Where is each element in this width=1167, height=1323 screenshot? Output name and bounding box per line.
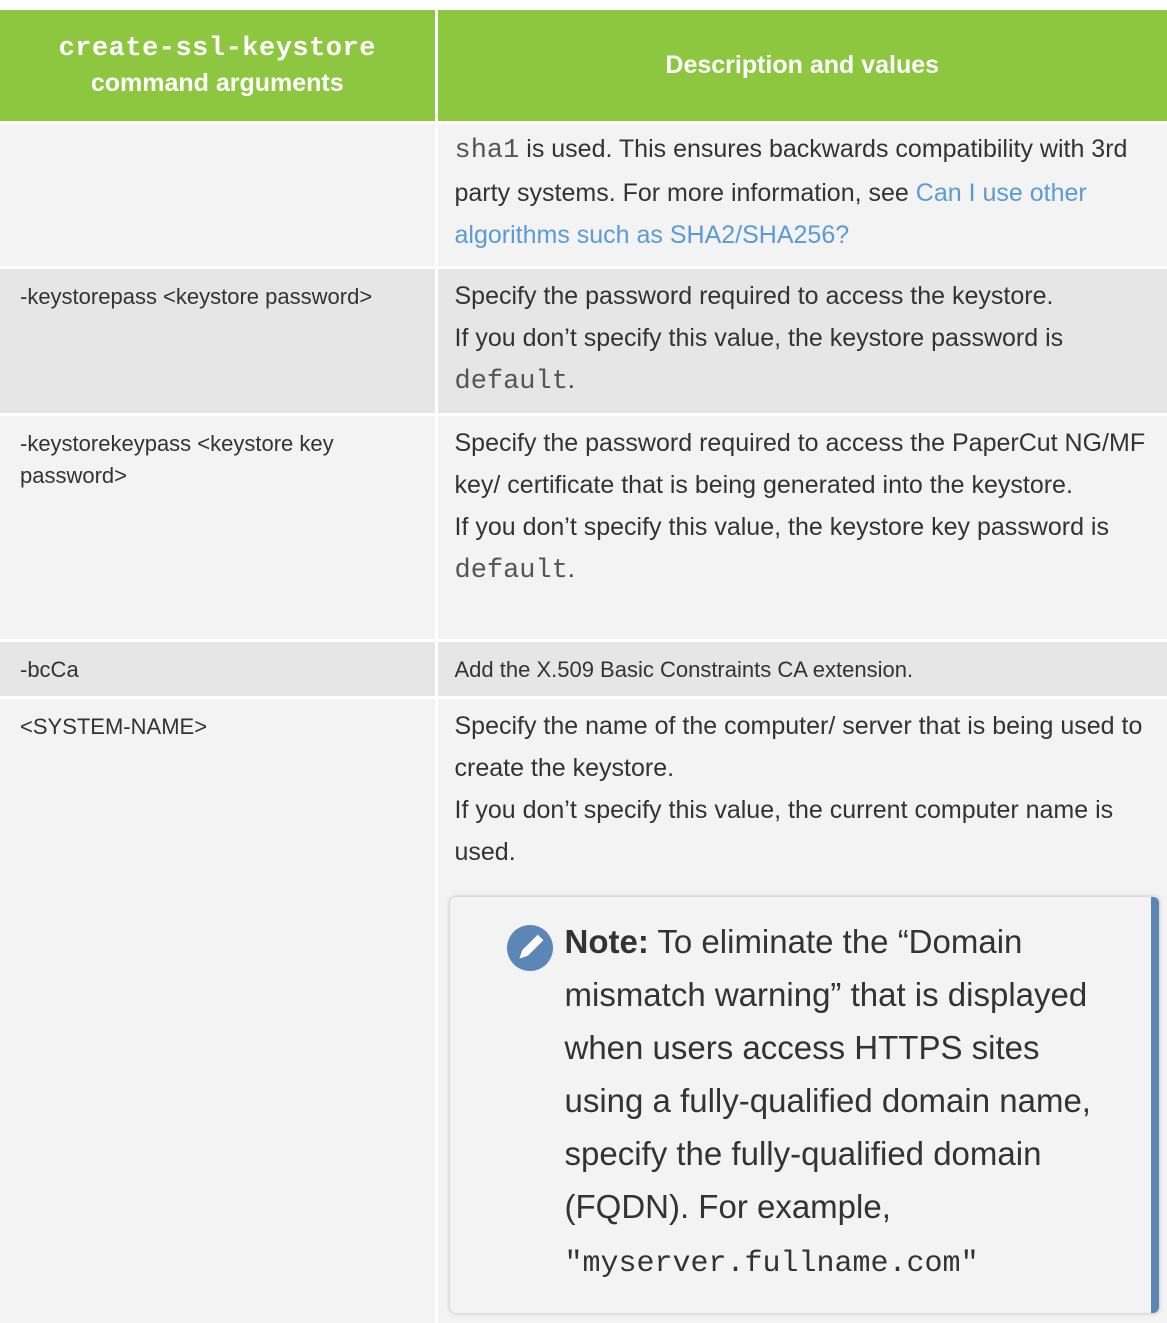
arg-cell: -bcCa — [0, 638, 438, 697]
table-row: -keystorepass <keystore password> Specif… — [0, 265, 1167, 414]
note-text: To eliminate the “Domain mismatch warnin… — [564, 922, 1091, 1225]
header-arguments: create-ssl-keystore command arguments — [0, 10, 438, 122]
desc-cell: Specify the name of the computer/ server… — [436, 695, 1167, 1323]
desc-line: Specify the name of the computer/ server… — [454, 711, 1143, 782]
header-command-code: create-ssl-keystore — [58, 34, 376, 65]
note-code-example: "myserver.fullname.com" — [564, 1246, 979, 1281]
arguments-table: create-ssl-keystore command arguments De… — [0, 10, 1167, 1323]
table-row: <SYSTEM-NAME> Specify the name of the co… — [0, 695, 1167, 1323]
code-default: default — [454, 366, 568, 397]
header-description: Description and values — [436, 10, 1167, 122]
code-sha1: sha1 — [454, 135, 520, 166]
desc-line: Specify the password required to access … — [454, 428, 1146, 499]
note-box: Note: To eliminate the “Domain mismatch … — [449, 896, 1159, 1313]
arg-cell: -keystorekeypass <keystore key password> — [0, 412, 438, 640]
pencil-icon — [506, 924, 553, 971]
desc-line: If you don’t specify this value, the key… — [454, 512, 1109, 586]
desc-cell: Specify the password required to access … — [436, 412, 1167, 640]
table-row: -bcCa Add the X.509 Basic Constraints CA… — [0, 638, 1167, 697]
desc-cell: Specify the password required to access … — [436, 265, 1167, 414]
table-row: -keystorekeypass <keystore key password>… — [0, 412, 1167, 640]
arg-cell: <SYSTEM-NAME> — [0, 695, 438, 1323]
code-default: default — [454, 555, 568, 586]
desc-line: Specify the password required to access … — [454, 281, 1054, 310]
table-header-row: create-ssl-keystore command arguments De… — [0, 10, 1167, 122]
arg-cell: -keystorepass <keystore password> — [0, 265, 438, 414]
note-label: Note: — [564, 922, 649, 960]
desc-cell: Add the X.509 Basic Constraints CA exten… — [436, 638, 1167, 697]
desc-cell: sha1 is used. This ensures backwards com… — [436, 120, 1167, 267]
header-arguments-label: command arguments — [90, 69, 344, 98]
desc-line: If you don’t specify this value, the key… — [454, 323, 1064, 397]
arg-cell — [0, 120, 438, 267]
desc-line: If you don’t specify this value, the cur… — [454, 795, 1114, 866]
header-description-label: Description and values — [665, 51, 940, 80]
table-row: sha1 is used. This ensures backwards com… — [0, 120, 1167, 267]
